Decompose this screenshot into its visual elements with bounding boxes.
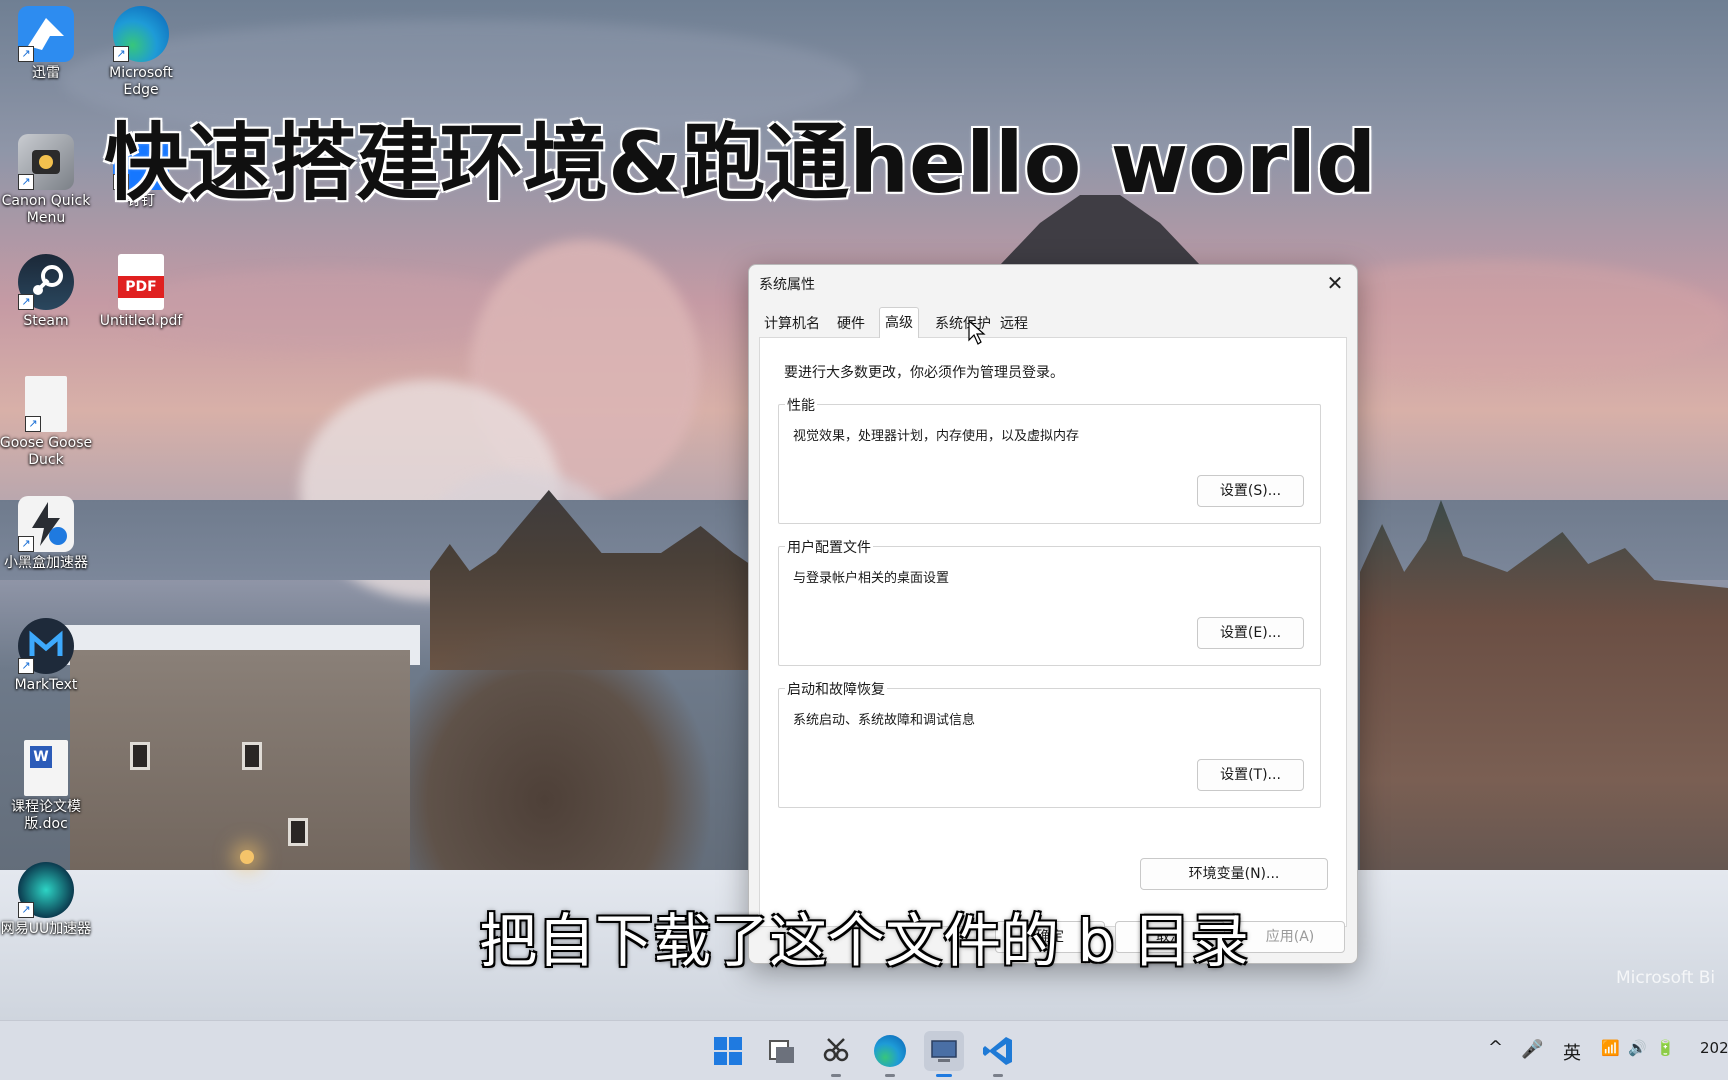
snip-icon <box>823 1038 849 1062</box>
edge-icon <box>874 1035 906 1067</box>
user-profiles-group: 用户配置文件 与登录帐户相关的桌面设置 设置(E)... <box>778 537 1321 666</box>
performance-settings-button[interactable]: 设置(S)... <box>1197 475 1304 507</box>
watermark-text: Microsoft Bi <box>1616 968 1716 988</box>
desktop-icon-course-doc[interactable]: W 课程论文模版.doc <box>0 740 94 833</box>
desktop-icon-untitled-pdf[interactable]: PDF Untitled.pdf <box>93 254 189 330</box>
desktop-icon-goose-goose-duck[interactable]: ↗ Goose Goose Duck <box>0 376 94 469</box>
file-icon: ↗ <box>25 376 67 432</box>
steam-icon: ↗ <box>18 254 74 310</box>
pdf-icon: PDF <box>118 254 164 310</box>
system-properties-dialog: 系统属性 ✕ 计算机名 硬件 高级 系统保护 远程 要进行大多数更改，你必须作为… <box>748 264 1358 964</box>
marktext-icon: ↗ <box>18 618 74 674</box>
wifi-icon[interactable]: 📶 <box>1601 1039 1620 1057</box>
startup-recovery-settings-button[interactable]: 设置(T)... <box>1197 759 1304 791</box>
performance-group: 性能 视觉效果，处理器计划，内存使用，以及虚拟内存 设置(S)... <box>778 395 1321 524</box>
word-icon: W <box>24 740 68 796</box>
ime-indicator[interactable]: 英 <box>1563 1039 1581 1065</box>
dialog-tabs: 计算机名 硬件 高级 系统保护 远程 <box>759 307 1349 338</box>
video-title-overlay: 快速搭建环境&跑通hello world <box>104 114 1377 212</box>
taskbar: ^ 🎤 英 📶 🔊 🔋 202 <box>0 1020 1728 1080</box>
startup-recovery-desc: 系统启动、系统故障和调试信息 <box>793 713 976 728</box>
tab-hardware[interactable]: 硬件 <box>832 311 870 337</box>
tab-computer-name[interactable]: 计算机名 <box>759 311 825 337</box>
admin-note: 要进行大多数更改，你必须作为管理员登录。 <box>784 365 1064 381</box>
dialog-title: 系统属性 <box>759 277 815 293</box>
video-subtitle: 把自下载了这个文件的 b 目录 <box>479 907 1249 975</box>
desktop-icon-steam[interactable]: ↗ Steam <box>0 254 94 330</box>
performance-legend: 性能 <box>785 395 817 415</box>
taskbar-system-properties[interactable] <box>924 1031 964 1077</box>
close-icon[interactable]: ✕ <box>1319 269 1351 297</box>
user-profiles-settings-button[interactable]: 设置(E)... <box>1197 617 1304 649</box>
microphone-icon[interactable]: 🎤 <box>1521 1039 1543 1060</box>
dialog-titlebar[interactable]: 系统属性 ✕ <box>749 265 1357 301</box>
windows-icon <box>714 1037 742 1065</box>
computer-icon <box>931 1040 957 1062</box>
lightning-icon: ↗ <box>18 496 74 552</box>
taskbar-task-view[interactable] <box>762 1031 802 1071</box>
tab-advanced[interactable]: 高级 <box>879 307 919 338</box>
tab-system-protection[interactable]: 系统保护 <box>930 311 996 337</box>
user-profiles-desc: 与登录帐户相关的桌面设置 <box>793 571 950 586</box>
user-profiles-legend: 用户配置文件 <box>785 537 873 557</box>
tray-overflow-chevron[interactable]: ^ <box>1488 1037 1503 1058</box>
mouse-cursor-icon <box>968 320 986 345</box>
startup-recovery-group: 启动和故障恢复 系统启动、系统故障和调试信息 设置(T)... <box>778 679 1321 808</box>
vscode-icon <box>983 1037 1012 1065</box>
taskbar-edge[interactable] <box>870 1031 910 1077</box>
volume-icon[interactable]: 🔊 <box>1628 1039 1647 1057</box>
desktop-icon-microsoft-edge[interactable]: ↗ Microsoft Edge <box>93 6 189 99</box>
tab-remote[interactable]: 远程 <box>995 311 1033 337</box>
edge-icon: ↗ <box>113 6 169 62</box>
advanced-tab-panel: 要进行大多数更改，你必须作为管理员登录。 性能 视觉效果，处理器计划，内存使用，… <box>759 337 1347 927</box>
clock[interactable]: 202 <box>1700 1039 1728 1057</box>
taskbar-start-button[interactable] <box>708 1031 748 1071</box>
task-view-icon <box>769 1040 794 1063</box>
desktop-icon-canon-quick-menu[interactable]: ↗ Canon Quick Menu <box>0 134 94 227</box>
desktop-icon-xunlei[interactable]: ↗ 迅雷 <box>0 6 94 82</box>
canon-icon: ↗ <box>18 134 74 190</box>
desktop-icon-marktext[interactable]: ↗ MarkText <box>0 618 94 694</box>
taskbar-snipping-tool[interactable] <box>816 1031 856 1077</box>
environment-variables-button[interactable]: 环境变量(N)... <box>1140 858 1328 890</box>
battery-icon[interactable]: 🔋 <box>1656 1039 1675 1057</box>
bird-icon: ↗ <box>18 6 74 62</box>
taskbar-vscode[interactable] <box>978 1031 1018 1077</box>
performance-desc: 视觉效果，处理器计划，内存使用，以及虚拟内存 <box>793 429 1080 444</box>
startup-recovery-legend: 启动和故障恢复 <box>785 679 887 699</box>
desktop-icon-xiaoheihe[interactable]: ↗ 小黑盒加速器 <box>0 496 94 572</box>
